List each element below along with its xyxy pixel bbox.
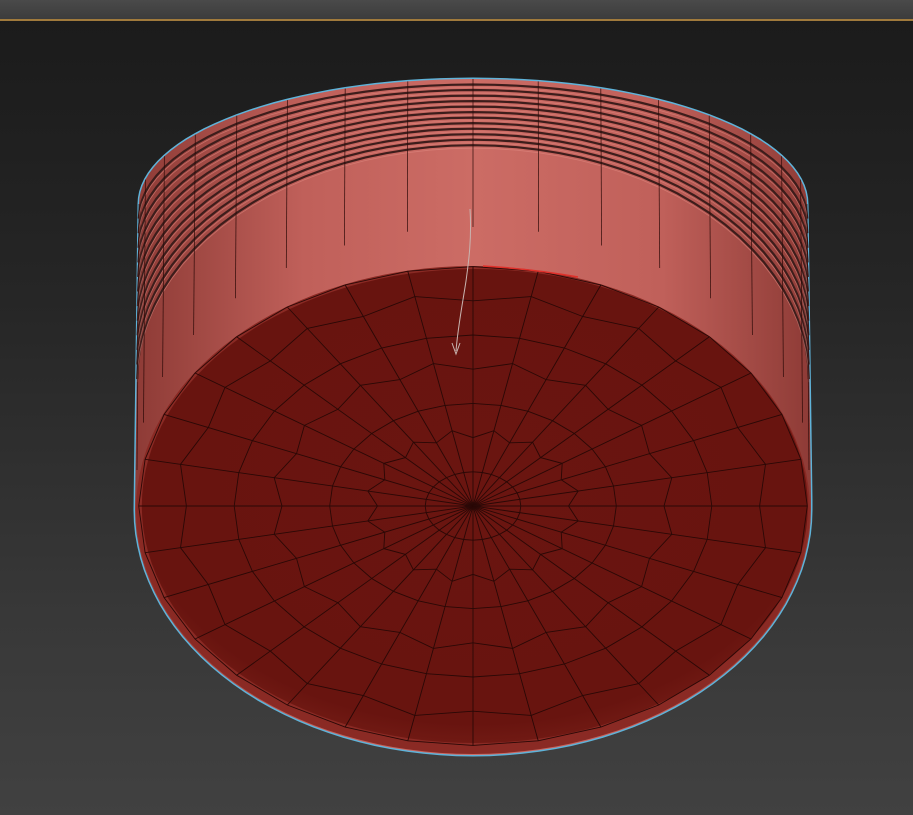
- app-window: [0, 0, 913, 815]
- 3d-viewport[interactable]: [0, 21, 913, 815]
- viewport-title-bar: [0, 0, 913, 21]
- cylinder-cap[interactable]: [136, 265, 810, 754]
- viewport-canvas[interactable]: [0, 21, 913, 815]
